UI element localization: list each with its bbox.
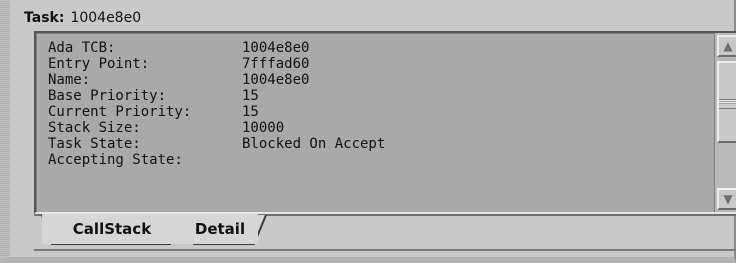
detail-value: 15 <box>242 104 259 120</box>
detail-content: Ada TCB: 1004e8e0 Entry Point: 7fffad60 … <box>36 33 712 212</box>
detail-row-accepting-state: Accepting State: <box>48 152 712 168</box>
detail-row-ada-tcb: Ada TCB: 1004e8e0 <box>48 40 712 56</box>
detail-value: 1004e8e0 <box>242 72 310 88</box>
detail-row-base-priority: Base Priority: 15 <box>48 88 712 104</box>
detail-label: Accepting State: <box>48 152 183 168</box>
detail-row-current-priority: Current Priority: 15 <box>48 104 712 120</box>
detail-label: Ada TCB: <box>48 40 116 56</box>
tab-detail[interactable]: Detail <box>182 214 258 244</box>
detail-label: Name: <box>48 72 91 88</box>
triangle-up-icon: ▲ <box>723 39 733 53</box>
scroll-up-button[interactable]: ▲ <box>717 35 736 57</box>
detail-label: Entry Point: <box>48 56 150 72</box>
bottom-separator <box>34 249 736 251</box>
task-window: Task: 1004e8e0 Ada TCB: 1004e8e0 Entry P… <box>0 0 736 263</box>
detail-row-name: Name: 1004e8e0 <box>48 72 712 88</box>
task-id: 1004e8e0 <box>70 10 142 26</box>
tab-label: Detail <box>194 220 246 238</box>
scroll-down-button[interactable]: ▼ <box>717 188 736 210</box>
task-label: Task: <box>24 10 65 26</box>
detail-value: 7fffad60 <box>242 56 310 72</box>
tab-bar: CallStack Detail <box>34 214 736 248</box>
detail-row-task-state: Task State: Blocked On Accept <box>48 136 712 152</box>
tab-label: CallStack <box>72 220 152 238</box>
detail-value: 15 <box>242 88 259 104</box>
task-header: Task: 1004e8e0 <box>24 8 141 28</box>
tab-callstack[interactable]: CallStack <box>42 214 182 244</box>
detail-label: Base Priority: <box>48 88 167 104</box>
detail-label: Current Priority: <box>48 104 192 120</box>
detail-value: 1004e8e0 <box>242 40 310 56</box>
scroll-grip <box>719 99 736 109</box>
vertical-scrollbar[interactable]: ▲ ▼ <box>714 33 736 212</box>
detail-row-entry-point: Entry Point: 7fffad60 <box>48 56 712 72</box>
scroll-thumb[interactable] <box>717 61 736 143</box>
detail-value: Blocked On Accept <box>242 136 386 152</box>
detail-row-stack-size: Stack Size: 10000 <box>48 120 712 136</box>
triangle-down-icon: ▼ <box>723 192 733 206</box>
detail-label: Task State: <box>48 136 141 152</box>
detail-label: Stack Size: <box>48 120 141 136</box>
detail-panel: Ada TCB: 1004e8e0 Entry Point: 7fffad60 … <box>34 31 736 214</box>
detail-value: 10000 <box>242 120 285 136</box>
